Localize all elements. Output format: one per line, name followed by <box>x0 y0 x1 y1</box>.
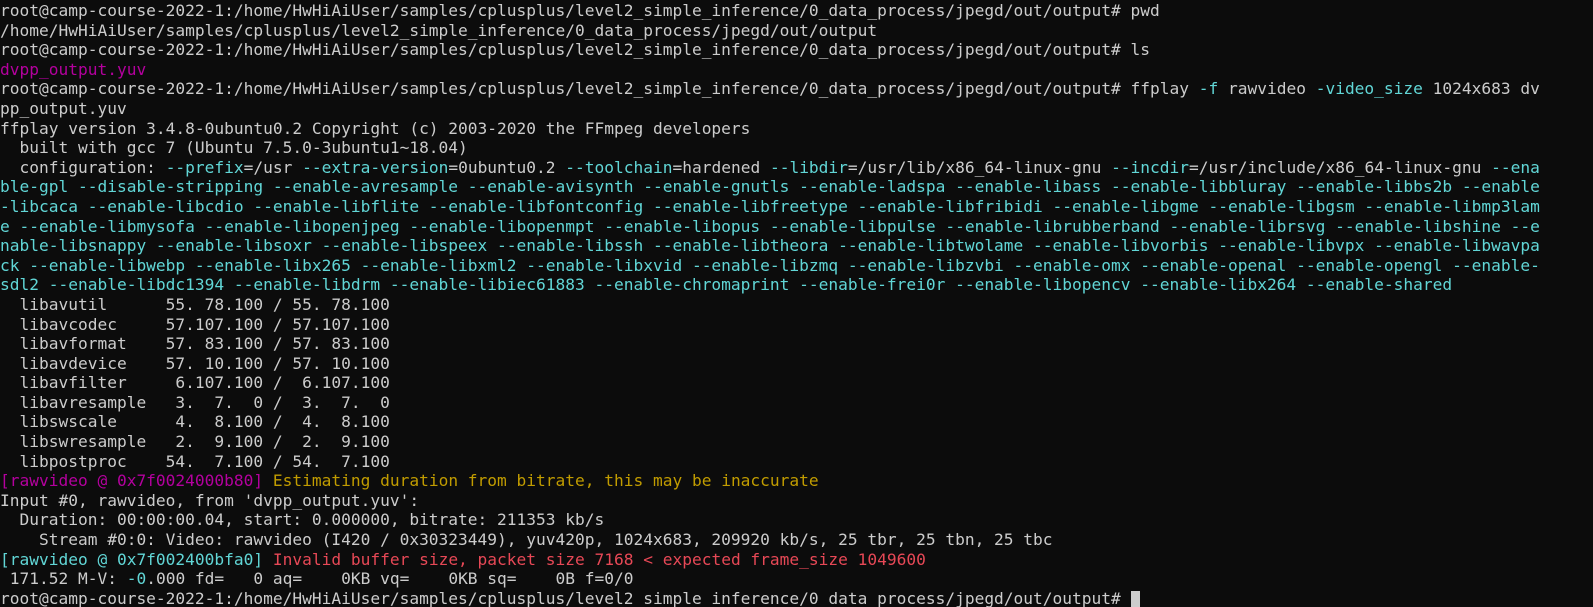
terminal-line: libavresample 3. 7. 0 / 3. 7. 0 <box>0 393 1593 413</box>
terminal-line: configuration: --prefix=/usr --extra-ver… <box>0 158 1593 178</box>
terminal-line: pp_output.yuv <box>0 99 1593 119</box>
terminal-text-segment: rawvideo <box>1218 79 1316 99</box>
terminal-text-segment: --toolchain <box>565 157 673 177</box>
terminal-line: 171.52 M-V: -0.000 fd= 0 aq= 0KB vq= 0KB… <box>0 569 1593 589</box>
terminal-text-segment: =/usr/lib/x86_64-linux-gnu <box>847 157 1112 177</box>
terminal-line: -libcaca --enable-libcdio --enable-libfl… <box>0 197 1593 217</box>
terminal-line: libavcodec 57.107.100 / 57.107.100 <box>0 315 1593 335</box>
terminal-text-segment: [rawvideo @ 0x7f0024000b80] <box>0 471 273 491</box>
terminal-text-segment: -libcaca --enable-libcdio --enable-libfl… <box>0 196 1540 216</box>
terminal-text-segment: e --enable-libmysofa --enable-libopenjpe… <box>0 216 1540 236</box>
terminal-text-segment: =hardened <box>672 157 770 177</box>
terminal-line: built with gcc 7 (Ubuntu 7.5.0-3ubuntu1~… <box>0 138 1593 158</box>
terminal-text-segment: root@camp-course-2022-1:/home/HwHiAiUser… <box>0 1 1160 20</box>
terminal-text-segment: nable-libsnappy --enable-libsoxr --enabl… <box>0 236 1540 256</box>
terminal-line: libavdevice 57. 10.100 / 57. 10.100 <box>0 354 1593 374</box>
terminal-text-segment: 1024x683 dv <box>1422 79 1540 99</box>
terminal-line: root@camp-course-2022-1:/home/HwHiAiUser… <box>0 79 1593 99</box>
terminal-line: e --enable-libmysofa --enable-libopenjpe… <box>0 217 1593 237</box>
terminal-text-segment: ck --enable-libwebp --enable-libx265 --e… <box>0 255 1540 275</box>
terminal-line: Duration: 00:00:00.04, start: 0.000000, … <box>0 510 1593 530</box>
terminal-line: sdl2 --enable-libdc1394 --enable-libdrm … <box>0 275 1593 295</box>
terminal-text-segment: -f <box>1198 79 1219 99</box>
terminal-text-segment: Estimating duration from bitrate, this m… <box>272 471 819 491</box>
terminal-text-segment: libswresample 2. 9.100 / 2. 9.100 <box>0 432 390 452</box>
terminal-text-segment: =/usr/include/x86_64-linux-gnu <box>1189 157 1492 177</box>
terminal-line: libavformat 57. 83.100 / 57. 83.100 <box>0 334 1593 354</box>
terminal-text-segment: root@camp-course-2022-1:/home/HwHiAiUser… <box>0 588 1131 607</box>
terminal-line: [rawvideo @ 0x7f0024000b80] Estimating d… <box>0 471 1593 491</box>
terminal-line: libpostproc 54. 7.100 / 54. 7.100 <box>0 452 1593 472</box>
terminal-line: root@camp-course-2022-1:/home/HwHiAiUser… <box>0 589 1593 607</box>
terminal-text-segment: --libdir <box>769 157 848 177</box>
terminal-text-segment: libpostproc 54. 7.100 / 54. 7.100 <box>0 451 390 471</box>
terminal-line: ble-gpl --disable-stripping --enable-avr… <box>0 177 1593 197</box>
terminal-text-segment: --ena <box>1491 157 1540 177</box>
terminal-text-segment: libavfilter 6.107.100 / 6.107.100 <box>0 373 390 393</box>
terminal-line: nable-libsnappy --enable-libsoxr --enabl… <box>0 236 1593 256</box>
terminal-text-segment: ble-gpl --disable-stripping --enable-avr… <box>0 177 1540 197</box>
terminal-line: libswresample 2. 9.100 / 2. 9.100 <box>0 432 1593 452</box>
terminal-text-segment: -0 <box>126 569 147 589</box>
terminal-line: libavfilter 6.107.100 / 6.107.100 <box>0 373 1593 393</box>
terminal-text-segment: libswscale 4. 8.100 / 4. 8.100 <box>0 412 390 432</box>
terminal-text-segment: [rawvideo @ 0x7f002400bfa0] <box>0 549 273 569</box>
terminal-line: Stream #0:0: Video: rawvideo (I420 / 0x3… <box>0 530 1593 550</box>
terminal-line: libswscale 4. 8.100 / 4. 8.100 <box>0 412 1593 432</box>
terminal-text-segment: root@camp-course-2022-1:/home/HwHiAiUser… <box>0 79 1199 99</box>
terminal-text-segment: --incdir <box>1111 157 1190 177</box>
terminal-text-segment: libavresample 3. 7. 0 / 3. 7. 0 <box>0 392 390 412</box>
terminal-line: [rawvideo @ 0x7f002400bfa0] Invalid buff… <box>0 550 1593 570</box>
terminal-line: dvpp_output.yuv <box>0 60 1593 80</box>
terminal-line: libavutil 55. 78.100 / 55. 78.100 <box>0 295 1593 315</box>
terminal-text-segment: Invalid buffer size, packet size 7168 < … <box>272 549 926 569</box>
terminal-line: /home/HwHiAiUser/samples/cplusplus/level… <box>0 21 1593 41</box>
terminal-text-segment: dvpp_output.yuv <box>0 59 147 79</box>
terminal-text-segment: =/usr <box>243 157 303 177</box>
terminal-text-segment: Stream #0:0: Video: rawvideo (I420 / 0x3… <box>0 530 1053 550</box>
terminal-line: ck --enable-libwebp --enable-libx265 --e… <box>0 256 1593 276</box>
terminal-text-segment: --prefix <box>165 157 244 177</box>
terminal-text-segment: built with gcc 7 (Ubuntu 7.5.0-3ubuntu1~… <box>0 138 468 158</box>
text-cursor <box>1130 590 1140 607</box>
terminal-text-segment: ffplay version 3.4.8-0ubuntu0.2 Copyrigh… <box>0 118 751 138</box>
terminal-text-segment: pp_output.yuv <box>0 98 127 118</box>
terminal-text-segment: /home/HwHiAiUser/samples/cplusplus/level… <box>0 20 878 40</box>
terminal-text-segment: =0ubuntu0.2 <box>448 157 566 177</box>
terminal-line: Input #0, rawvideo, from 'dvpp_output.yu… <box>0 491 1593 511</box>
terminal-text-segment: Duration: 00:00:00.04, start: 0.000000, … <box>0 510 605 530</box>
terminal-text-segment: sdl2 --enable-libdc1394 --enable-libdrm … <box>0 275 1453 295</box>
terminal-line: root@camp-course-2022-1:/home/HwHiAiUser… <box>0 1 1593 21</box>
terminal-text-segment: -video_size <box>1315 79 1423 99</box>
terminal-window[interactable]: root@camp-course-2022-1:/home/HwHiAiUser… <box>0 0 1593 607</box>
terminal-text-segment: Input #0, rawvideo, from 'dvpp_output.yu… <box>0 490 420 510</box>
terminal-line: ffplay version 3.4.8-0ubuntu0.2 Copyrigh… <box>0 119 1593 139</box>
terminal-text-segment: .000 fd= 0 aq= 0KB vq= 0KB sq= 0B f=0/0 <box>146 569 634 589</box>
terminal-text-segment: --extra-version <box>302 157 449 177</box>
terminal-text-segment: configuration: <box>0 157 166 177</box>
terminal-text-segment: root@camp-course-2022-1:/home/HwHiAiUser… <box>0 40 1150 60</box>
terminal-text-segment: libavcodec 57.107.100 / 57.107.100 <box>0 314 390 334</box>
terminal-text-segment: libavutil 55. 78.100 / 55. 78.100 <box>0 294 390 314</box>
terminal-text-segment: libavformat 57. 83.100 / 57. 83.100 <box>0 334 390 354</box>
terminal-text-segment: libavdevice 57. 10.100 / 57. 10.100 <box>0 353 390 373</box>
terminal-text-segment: 171.52 M-V: <box>0 569 127 589</box>
terminal-line: root@camp-course-2022-1:/home/HwHiAiUser… <box>0 40 1593 60</box>
